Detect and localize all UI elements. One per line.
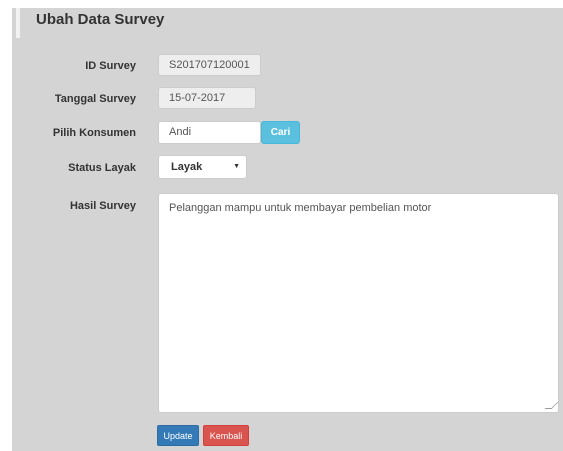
id-survey-field: S201707120001 bbox=[158, 54, 261, 76]
pilih-konsumen-label: Pilih Konsumen bbox=[52, 127, 136, 139]
status-layak-select[interactable]: Layak ▼ bbox=[158, 155, 247, 179]
kembali-button[interactable]: Kembali bbox=[203, 425, 249, 446]
status-layak-value: Layak bbox=[171, 161, 203, 173]
hasil-survey-label: Hasil Survey bbox=[69, 200, 136, 212]
panel-title-accent bbox=[16, 8, 20, 38]
tanggal-survey-value: 15-07-2017 bbox=[169, 92, 226, 104]
tanggal-survey-field: 15-07-2017 bbox=[158, 87, 256, 109]
cari-button[interactable]: Cari bbox=[261, 121, 300, 144]
id-survey-value: S201707120001 bbox=[169, 59, 250, 71]
update-button[interactable]: Update bbox=[157, 425, 199, 446]
caret-down-icon: ▼ bbox=[233, 163, 240, 170]
konsumen-input[interactable]: Andi bbox=[158, 121, 261, 144]
status-layak-label: Status Layak bbox=[68, 162, 136, 174]
tanggal-survey-label: Tanggal Survey bbox=[54, 93, 136, 105]
hasil-survey-value: Pelanggan mampu untuk membayar pembelian… bbox=[169, 202, 432, 214]
page-title: Ubah Data Survey bbox=[36, 11, 165, 28]
resize-handle-icon[interactable] bbox=[544, 402, 559, 409]
id-survey-label: ID Survey bbox=[85, 60, 136, 72]
konsumen-value: Andi bbox=[169, 126, 192, 138]
hasil-survey-textarea[interactable]: Pelanggan mampu untuk membayar pembelian… bbox=[158, 193, 559, 413]
